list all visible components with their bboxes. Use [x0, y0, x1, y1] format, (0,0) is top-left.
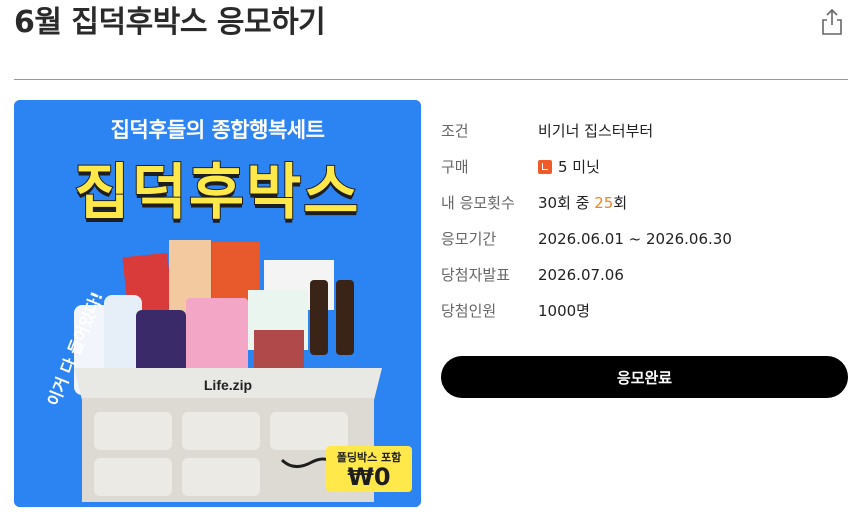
detail-row-period: 응모기간 2026.06.01 ~ 2026.06.30 — [441, 224, 841, 254]
detail-row-condition: 조건 비기너 집스터부터 — [441, 116, 841, 146]
detail-label: 당첨인원 — [441, 302, 497, 320]
detail-row-announcement: 당첨자발표 2026.07.06 — [441, 260, 841, 290]
detail-row-purchase: 구매 5 미닛 — [441, 152, 841, 182]
entry-complete-button[interactable]: 응모완료 — [441, 356, 848, 398]
badge-price: ₩0 — [347, 463, 391, 491]
promo-banner-image: Life.zip 집덕후들의 종합행복세트 집덕후박스 이거 다 들어있다! 폴… — [14, 100, 421, 507]
banner-headline: 집덕후박스 — [74, 157, 361, 229]
detail-value-wrap: 5 미닛 — [538, 152, 600, 182]
detail-label: 내 응모횟수 — [441, 194, 515, 212]
folding-box-badge: 폴딩박스 포함 ₩0 — [326, 446, 412, 492]
box-brand-label: Life.zip — [204, 377, 252, 393]
minute-coin-icon — [538, 160, 552, 174]
detail-value: 비기너 집스터부터 — [538, 122, 654, 140]
entry-count-prefix: 30회 중 — [538, 194, 595, 212]
detail-value-wrap: 30회 중 25회 — [538, 188, 627, 218]
entry-count-highlight: 25 — [594, 194, 614, 212]
detail-label: 응모기간 — [441, 230, 497, 248]
header-divider — [14, 79, 848, 80]
page-title: 6월 집덕후박스 응모하기 — [14, 5, 326, 40]
detail-label: 당첨자발표 — [441, 266, 511, 284]
detail-row-entry-count: 내 응모횟수 30회 중 25회 — [441, 188, 841, 218]
detail-value: 2026.06.01 ~ 2026.06.30 — [538, 230, 732, 248]
detail-label: 구매 — [441, 158, 469, 176]
share-icon[interactable] — [820, 8, 844, 36]
detail-label: 조건 — [441, 122, 469, 140]
detail-value: 2026.07.06 — [538, 266, 624, 284]
banner-subtitle: 집덕후들의 종합행복세트 — [110, 118, 325, 142]
detail-row-winners: 당첨인원 1000명 — [441, 296, 841, 326]
entry-count-suffix: 회 — [613, 194, 628, 212]
detail-value: 1000명 — [538, 302, 590, 320]
detail-value: 5 미닛 — [558, 158, 600, 176]
